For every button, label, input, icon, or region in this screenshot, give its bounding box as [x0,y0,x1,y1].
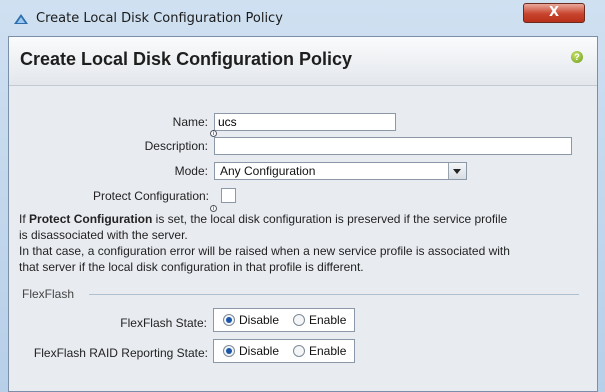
flexflash-raid-enable-radio[interactable] [293,345,305,357]
protect-configuration-description: If Protect Configuration is set, the loc… [19,212,510,274]
flexflash-state-radio-group: Disable Enable [213,308,355,332]
page-title: Create Local Disk Configuration Policy [20,49,353,69]
help-icon[interactable]: ? [571,51,583,63]
flexflash-state-enable-label[interactable]: Enable [309,313,346,327]
protect-configuration-label: Protect Configuration: [92,189,209,203]
flexflash-section-label: FlexFlash [22,287,75,301]
close-button[interactable]: X [523,3,585,23]
chevron-down-icon[interactable] [448,163,466,179]
dialog-content: Create Local Disk Configuration Policy ?… [8,36,598,392]
flexflash-raid-disable-radio[interactable] [223,345,235,357]
flexflash-raid-disable-label[interactable]: Disable [239,344,279,358]
protect-configuration-checkbox[interactable] [221,188,236,203]
name-input[interactable]: ucs [214,113,396,131]
name-label: Name: [172,115,208,129]
flexflash-state-disable-label[interactable]: Disable [239,313,279,327]
flexflash-state-label: FlexFlash State: [120,316,207,330]
mode-select-value: Any Configuration [220,164,316,178]
flexflash-raid-reporting-radio-group: Disable Enable [213,339,355,363]
dialog-window: Create Local Disk Configuration Policy X… [0,0,605,392]
title-bar[interactable]: Create Local Disk Configuration Policy X [0,0,605,36]
info-icon[interactable]: i [210,130,217,137]
flexflash-state-disable-radio[interactable] [223,314,235,326]
window-title: Create Local Disk Configuration Policy [36,11,283,26]
flexflash-state-enable-radio[interactable] [293,314,305,326]
app-icon [14,14,28,24]
flexflash-raid-enable-label[interactable]: Enable [309,344,346,358]
dialog-header: Create Local Disk Configuration Policy ? [9,37,597,86]
section-divider [89,294,579,295]
description-input[interactable] [214,137,572,155]
description-label: Description: [144,139,208,153]
mode-label: Mode: [174,164,208,178]
mode-select[interactable]: Any Configuration [214,162,467,180]
flexflash-raid-reporting-state-label: FlexFlash RAID Reporting State: [33,346,208,360]
